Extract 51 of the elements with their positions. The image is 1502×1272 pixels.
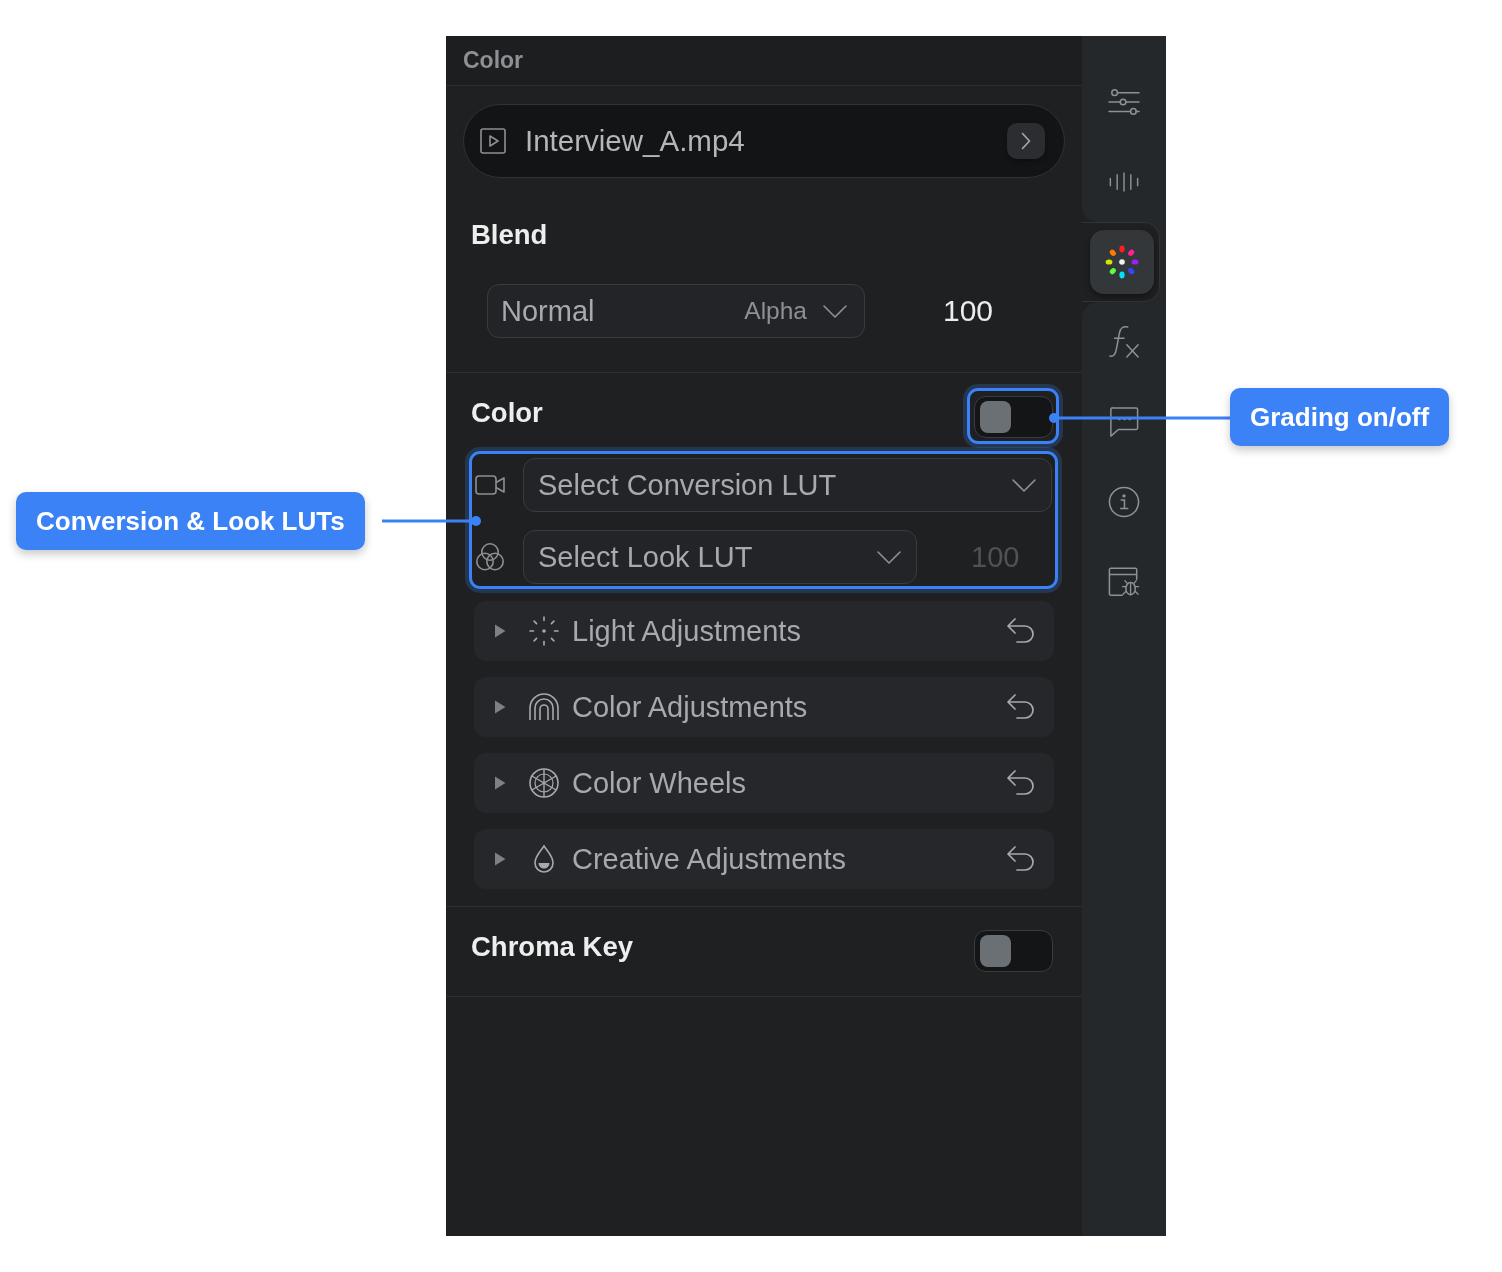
light-rays-icon bbox=[528, 615, 560, 647]
chevron-down-icon bbox=[877, 550, 901, 564]
reset-button[interactable] bbox=[1006, 769, 1036, 797]
reset-button[interactable] bbox=[1006, 617, 1036, 645]
accordion-title: Light Adjustments bbox=[572, 614, 801, 648]
clip-filename: Interview_A.mp4 bbox=[525, 124, 745, 158]
section-label: Chroma Key bbox=[471, 931, 633, 963]
source-clip-bar[interactable]: Interview_A.mp4 bbox=[463, 104, 1065, 178]
rainbow-icon bbox=[528, 691, 560, 723]
chevron-right-icon bbox=[1021, 132, 1031, 150]
sidebar-tab[interactable] bbox=[1082, 36, 1166, 142]
color-dots-icon bbox=[1105, 245, 1139, 279]
open-clip-button[interactable] bbox=[1007, 123, 1045, 159]
undo-icon bbox=[1006, 693, 1036, 721]
blend-mode-dropdown[interactable]: Normal Alpha bbox=[487, 284, 865, 338]
callout-label: Conversion & Look LUTs bbox=[16, 492, 365, 550]
overlapping-circles-icon bbox=[475, 542, 505, 572]
conversion-lut-dropdown[interactable]: Select Conversion LUT bbox=[523, 458, 1052, 512]
chat-bubble-icon bbox=[1109, 406, 1139, 438]
accordion-title: Color Adjustments bbox=[572, 690, 808, 724]
bug-window-icon bbox=[1108, 566, 1140, 598]
opacity-value: 100 bbox=[943, 294, 994, 328]
video-camera-icon bbox=[475, 474, 505, 496]
chevron-down-icon bbox=[1012, 478, 1036, 492]
section-label: Blend bbox=[471, 219, 548, 251]
toggle-switch[interactable] bbox=[974, 930, 1053, 972]
sliders-icon bbox=[1108, 87, 1140, 117]
accordion-header[interactable]: Light Adjustments bbox=[474, 601, 1054, 661]
callout-label: Grading on/off bbox=[1230, 388, 1450, 446]
undo-icon bbox=[1006, 845, 1036, 873]
channel-label: Alpha bbox=[744, 297, 807, 325]
accordion-header[interactable]: Color Adjustments bbox=[474, 677, 1054, 737]
reset-button[interactable] bbox=[1006, 845, 1036, 873]
accordion-header[interactable]: Creative Adjustments bbox=[474, 829, 1054, 889]
reset-button[interactable] bbox=[1006, 693, 1036, 721]
video-clip-icon bbox=[480, 128, 506, 154]
waveform-icon bbox=[1109, 172, 1139, 192]
undo-icon bbox=[1006, 617, 1036, 645]
chevron-down-icon bbox=[823, 304, 847, 318]
color-wheel-icon bbox=[528, 767, 560, 799]
undo-icon bbox=[1006, 769, 1036, 797]
toggle-switch[interactable] bbox=[974, 396, 1053, 438]
accordion-title: Creative Adjustments bbox=[572, 842, 846, 876]
panel-title: Color bbox=[463, 47, 524, 74]
section-label: Color bbox=[471, 397, 543, 429]
blend-mode-value: Normal bbox=[501, 294, 596, 328]
accordion-header[interactable]: Color Wheels bbox=[474, 753, 1054, 813]
info-icon bbox=[1108, 486, 1140, 518]
sidebar-tab[interactable] bbox=[1082, 222, 1166, 302]
function-icon bbox=[1108, 325, 1140, 359]
accordion-title: Color Wheels bbox=[572, 766, 747, 800]
